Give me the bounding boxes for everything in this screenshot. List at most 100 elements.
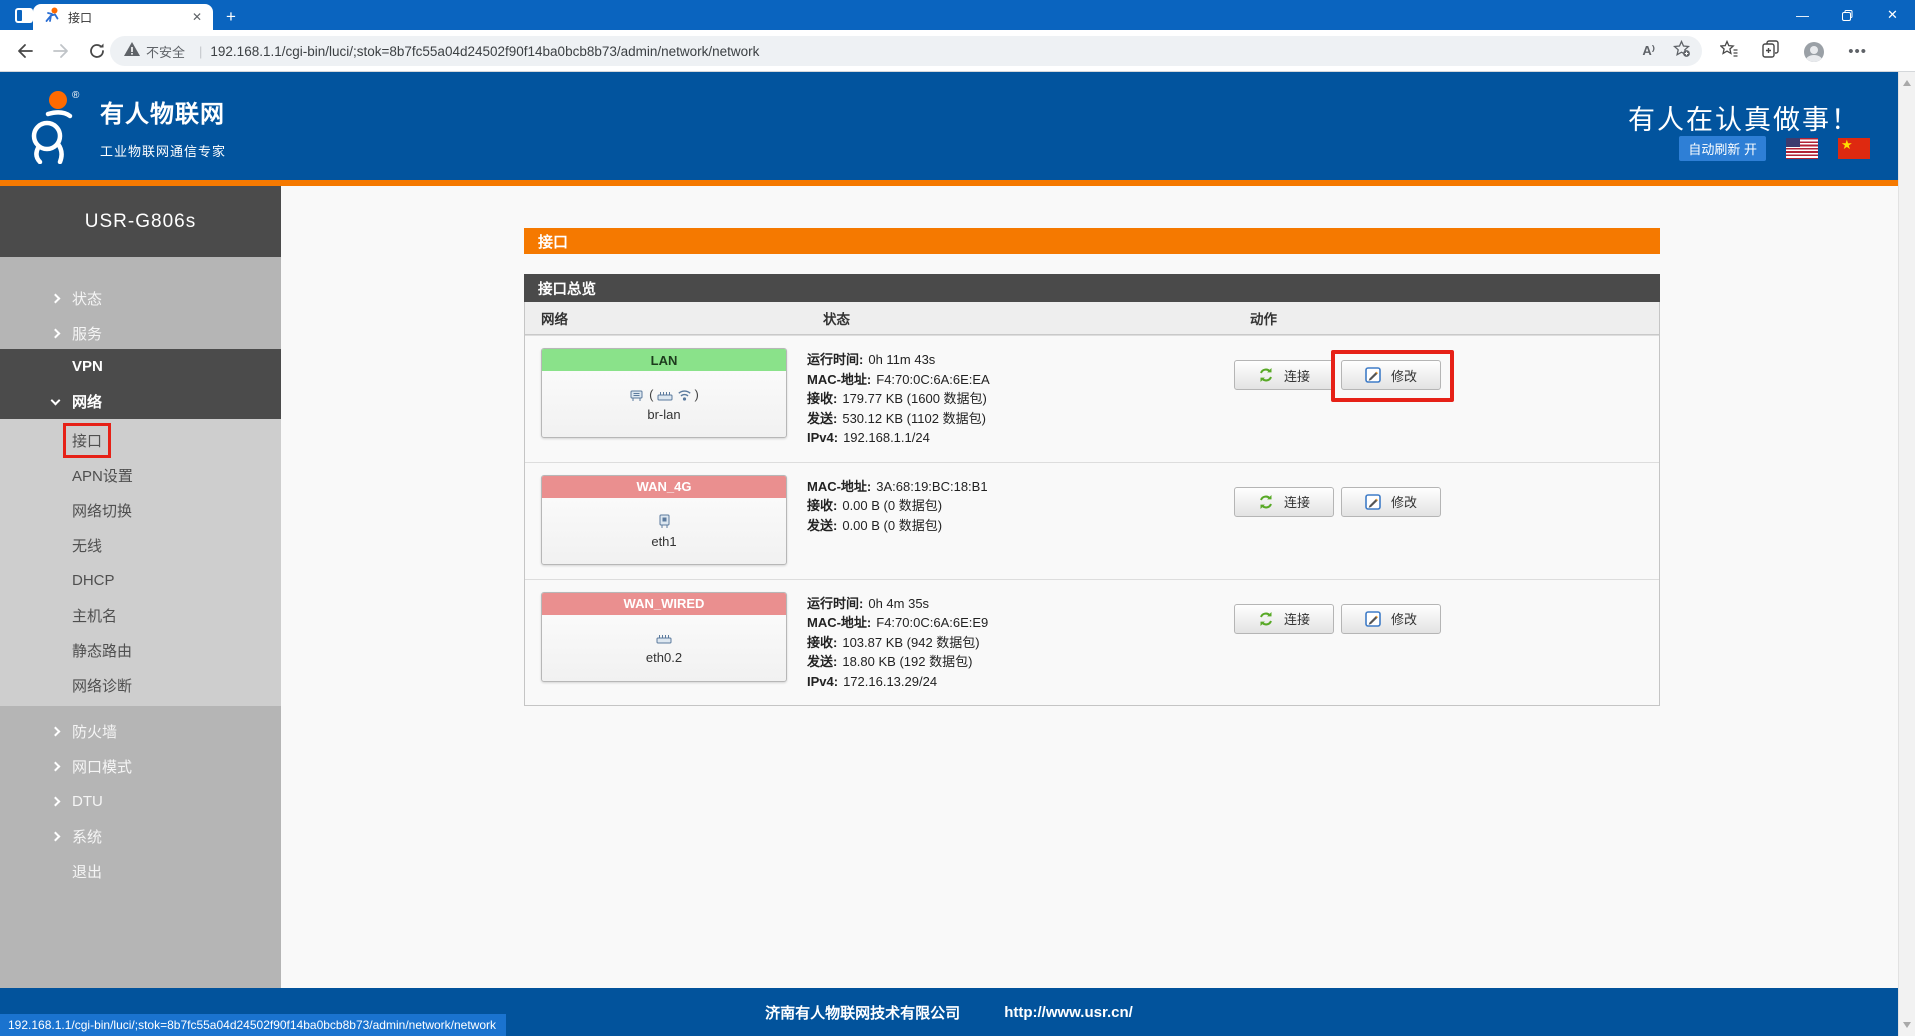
- slogan-text: 有人在认真做事！: [1628, 98, 1860, 137]
- brand-title: 有人物联网: [100, 94, 226, 129]
- sidebar-item-dtu[interactable]: DTU: [0, 784, 281, 819]
- screen: 接口 ✕ + — ✕ 不安全 | 192.168.1.1/cgi-: [0, 0, 1915, 1036]
- switch-icon: [657, 387, 674, 402]
- registered-mark: ®: [72, 90, 80, 101]
- iface-name: LAN: [542, 349, 786, 371]
- modify-button[interactable]: 修改: [1341, 487, 1441, 517]
- settings-menu-icon[interactable]: •••: [1848, 43, 1867, 60]
- profile-avatar[interactable]: [1804, 42, 1824, 62]
- auto-refresh-toggle[interactable]: 自动刷新 开: [1679, 136, 1766, 161]
- edit-icon: [1365, 367, 1381, 383]
- sidebar-item-logout[interactable]: 退出: [0, 854, 281, 889]
- page-scrollbar[interactable]: [1898, 72, 1915, 1036]
- modify-button[interactable]: 修改: [1341, 604, 1441, 634]
- sidebar-item-interfaces[interactable]: 接口: [0, 423, 281, 458]
- col-network: 网络: [525, 308, 807, 328]
- divider: |: [199, 44, 202, 59]
- brand-block: 有人物联网 工业物联网通信专家: [100, 94, 226, 160]
- company-name: 济南有人物联网技术有限公司: [765, 1002, 960, 1023]
- chevron-right-icon: [51, 762, 61, 772]
- iface-status: 运行时间:0h 4m 35s MAC-地址:F4:70:0C:6A:6E:E9 …: [807, 592, 1234, 692]
- sidebar-item-static-routes[interactable]: 静态路由: [0, 633, 281, 668]
- connect-refresh-icon: [1258, 611, 1274, 627]
- iface-card-wan4g: WAN_4G eth1: [541, 475, 787, 565]
- interface-table: 网络 状态 动作 LAN (: [524, 302, 1660, 706]
- sidebar-item-firewall[interactable]: 防火墙: [0, 714, 281, 749]
- collections-icon[interactable]: [1762, 40, 1780, 63]
- sidebar-item-services[interactable]: 服务: [0, 316, 281, 351]
- iface-card-lan: LAN ( ) br-lan: [541, 348, 787, 438]
- sidebar-item-network[interactable]: 网络: [0, 384, 281, 419]
- chevron-right-icon: [51, 832, 61, 842]
- iface-name: WAN_WIRED: [542, 593, 786, 615]
- browser-tab[interactable]: 接口 ✕: [33, 4, 213, 30]
- close-window-button[interactable]: ✕: [1870, 0, 1915, 30]
- read-aloud-icon[interactable]: A⁾: [1642, 43, 1655, 59]
- bridge-icon: [629, 387, 646, 402]
- address-bar[interactable]: 不安全 | 192.168.1.1/cgi-bin/luci/;stok=8b7…: [110, 36, 1702, 66]
- usr-favicon-icon: [44, 7, 60, 28]
- iface-name: WAN_4G: [542, 476, 786, 498]
- sidebar-item-wireless[interactable]: 无线: [0, 528, 281, 563]
- iface-status: 运行时间:0h 11m 43s MAC-地址:F4:70:0C:6A:6E:EA…: [807, 348, 1234, 448]
- iface-device: br-lan: [647, 407, 680, 422]
- sidebar-item-apn[interactable]: APN设置: [0, 458, 281, 493]
- sidebar-item-status[interactable]: 状态: [0, 281, 281, 316]
- iface-card-wanwired: WAN_WIRED eth0.2: [541, 592, 787, 682]
- sidebar-item-dhcp[interactable]: DHCP: [0, 563, 281, 598]
- sidebar-item-diagnostics[interactable]: 网络诊断: [0, 668, 281, 703]
- company-website-link[interactable]: http://www.usr.cn/: [1004, 1004, 1133, 1021]
- sidebar-item-system[interactable]: 系统: [0, 819, 281, 854]
- back-button[interactable]: [14, 41, 36, 61]
- add-favorite-icon[interactable]: [1673, 40, 1690, 62]
- iface-device: eth0.2: [646, 650, 682, 665]
- chevron-right-icon: [51, 727, 61, 737]
- chevron-right-icon: [51, 329, 61, 339]
- edit-icon: [1365, 494, 1381, 510]
- chevron-right-icon: [51, 797, 61, 807]
- sidebar: USR-G806s 状态 服务 VPN 网络 接口 APN设置 网络切换 无线 …: [0, 186, 281, 988]
- brand-subtitle: 工业物联网通信专家: [100, 141, 226, 160]
- sidebar-item-network-switch[interactable]: 网络切换: [0, 493, 281, 528]
- ethernet-port-icon: [657, 513, 672, 529]
- forward-button[interactable]: [50, 41, 72, 61]
- table-row-wan4g: WAN_4G eth1 MAC-地址:3A:68:19:BC:18:B1 接收:…: [525, 462, 1659, 579]
- connect-refresh-icon: [1258, 367, 1274, 383]
- col-status: 状态: [807, 308, 1234, 328]
- col-actions: 动作: [1234, 308, 1661, 328]
- cn-flag-icon[interactable]: ★: [1838, 138, 1870, 159]
- minimize-button[interactable]: —: [1780, 0, 1825, 30]
- section-title: 接口总览: [524, 274, 1660, 302]
- device-name: USR-G806s: [0, 186, 281, 257]
- iface-device: eth1: [651, 534, 676, 549]
- url-text[interactable]: 192.168.1.1/cgi-bin/luci/;stok=8b7fc55a0…: [210, 44, 1642, 59]
- restore-button[interactable]: [1825, 0, 1870, 30]
- connect-button[interactable]: 连接: [1234, 487, 1334, 517]
- favorites-bar-icon[interactable]: [1720, 40, 1738, 63]
- browser-toolbar: 不安全 | 192.168.1.1/cgi-bin/luci/;stok=8b7…: [0, 30, 1915, 72]
- table-row-wanwired: WAN_WIRED eth0.2 运行时间:0h 4m 35s MAC-地址:F…: [525, 579, 1659, 706]
- scroll-up-icon[interactable]: [1903, 80, 1911, 86]
- chevron-down-icon: [51, 395, 61, 405]
- connect-button[interactable]: 连接: [1234, 604, 1334, 634]
- chevron-right-icon: [51, 294, 61, 304]
- sidebar-item-vpn[interactable]: VPN: [0, 349, 281, 384]
- switch-icon: [656, 630, 673, 645]
- sidebar-item-port-mode[interactable]: 网口模式: [0, 749, 281, 784]
- browser-tab-strip: 接口 ✕ + — ✕: [0, 0, 1915, 30]
- page-title: 接口: [524, 228, 1660, 254]
- window-controls: — ✕: [1780, 0, 1915, 30]
- connect-button[interactable]: 连接: [1234, 360, 1334, 390]
- modify-button[interactable]: 修改: [1341, 360, 1441, 390]
- new-tab-button[interactable]: +: [222, 7, 240, 27]
- security-label: 不安全: [146, 42, 185, 61]
- table-row-lan: LAN ( ) br-lan: [525, 335, 1659, 462]
- us-flag-icon[interactable]: [1786, 138, 1818, 159]
- connect-refresh-icon: [1258, 494, 1274, 510]
- tab-close-icon[interactable]: ✕: [189, 10, 205, 24]
- scroll-down-icon[interactable]: [1903, 1022, 1911, 1028]
- sidebar-item-hostname[interactable]: 主机名: [0, 598, 281, 633]
- table-header: 网络 状态 动作: [525, 302, 1659, 335]
- refresh-button[interactable]: [86, 41, 108, 61]
- not-secure-warning-icon: [124, 42, 140, 61]
